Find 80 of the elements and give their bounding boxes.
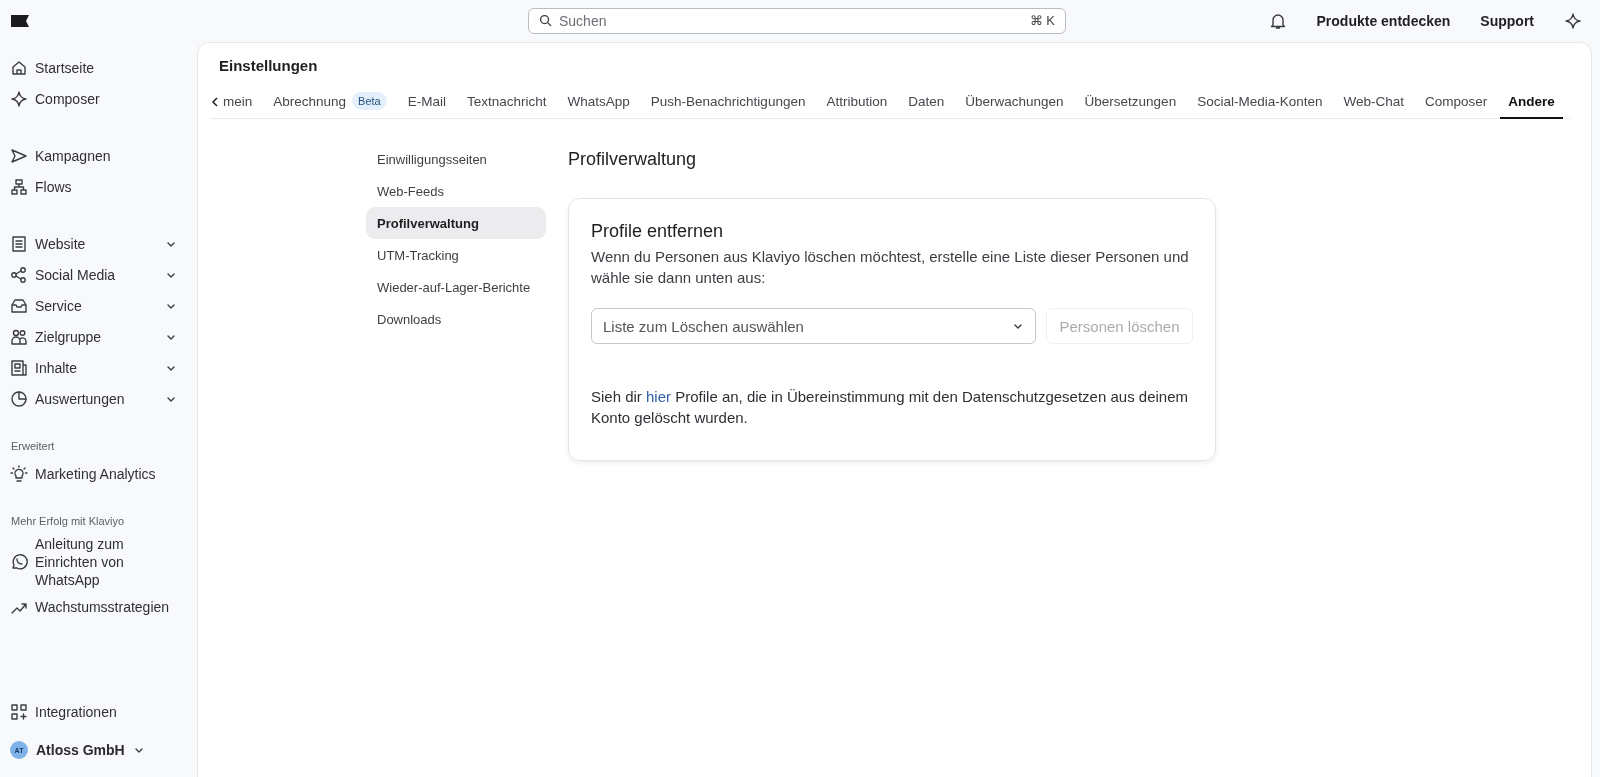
grid-plus-icon [10, 702, 28, 721]
header-link[interactable]: Support [1480, 13, 1534, 29]
sidebar-label: Service [35, 297, 83, 314]
sidebar-label: Kampagnen [35, 147, 112, 164]
paper-plane-icon [10, 146, 28, 165]
settings-menu-item[interactable]: Einwilligungsseiten [366, 143, 546, 175]
tab[interactable]: Attribution [818, 85, 896, 119]
settings-menu-item[interactable]: Profilverwaltung [366, 207, 546, 239]
sparkle-icon [1564, 12, 1582, 30]
sidebar-item[interactable]: Inhalte [10, 352, 197, 383]
settings-menu-item[interactable]: Web-Feeds [366, 175, 546, 207]
sidebar-label: Integrationen [35, 703, 118, 720]
sidebar-label: Zielgruppe [35, 328, 103, 345]
settings-menu-item[interactable]: Downloads [366, 303, 546, 335]
beta-badge: Beta [352, 92, 387, 110]
sidebar-item[interactable]: Marketing Analytics [10, 458, 197, 489]
sidebar-item[interactable]: Anleitung zum Einrichten von WhatsApp [10, 533, 197, 591]
sparkle-icon [10, 89, 28, 108]
settings-menu-item[interactable]: UTM-Tracking [366, 239, 546, 271]
sidebar-item[interactable]: Startseite [10, 52, 197, 83]
sidebar-item[interactable]: Service [10, 290, 197, 321]
tab[interactable]: Übersetzungen [1076, 85, 1185, 119]
sidebar-label: Wachstumsstrategien [35, 598, 171, 615]
newspaper-icon [10, 358, 28, 377]
sidebar-label: Website [35, 235, 87, 252]
sidebar-item[interactable]: Flows [10, 171, 197, 202]
link[interactable]: hier [646, 388, 672, 405]
sidebar-item[interactable]: Zielgruppe [10, 321, 197, 352]
sidebar-item[interactable]: Kampagnen [10, 140, 197, 171]
sidebar-label: Startseite [35, 59, 96, 76]
share-icon [10, 265, 28, 284]
sidebar-item[interactable]: Wachstumsstrategien [10, 591, 197, 622]
tab[interactable]: E-Mail [399, 85, 454, 119]
sidebar-item[interactable]: Integrationen [10, 696, 197, 727]
chevron-left-icon [210, 95, 220, 108]
sidebar-item[interactable]: Social Media [10, 259, 197, 290]
tab[interactable]: WhatsApp [559, 85, 638, 119]
sidebar-label: Composer [35, 90, 101, 107]
header-link[interactable]: Produkte entdecken [1316, 13, 1451, 29]
pie-chart-icon [10, 389, 28, 408]
tab[interactable]: Web-Chat [1335, 85, 1412, 119]
tab[interactable]: Andere [1500, 85, 1563, 119]
home-icon [10, 58, 28, 77]
people-icon [10, 327, 28, 346]
sidebar-label: Social Media [35, 266, 117, 283]
tab[interactable]: mein [215, 85, 261, 119]
search-icon [539, 14, 552, 27]
sidebar-item[interactable]: Auswertungen [10, 383, 197, 414]
tab[interactable]: Textnachricht [459, 85, 555, 119]
lightbulb-icon [10, 464, 28, 483]
bell-icon [1268, 12, 1287, 30]
list-dropdown[interactable]: Liste zum Löschen auswählen [591, 308, 1036, 344]
sidebar-label: Flows [35, 178, 73, 195]
chat-bubble-icon [10, 553, 28, 571]
section-title: Profilverwaltung [568, 149, 698, 170]
hierarchy-icon [10, 177, 28, 196]
tab[interactable]: Composer [1417, 85, 1496, 119]
tab[interactable]: Push-Benachrichtigungen [642, 85, 814, 119]
sidebar-label: Anleitung zum Einrichten von WhatsApp [35, 535, 125, 589]
page-title: Einstellungen [219, 57, 319, 74]
section-heading: Erweitert [10, 440, 56, 454]
account-name[interactable]: Atloss GmbH [36, 742, 125, 758]
sidebar-label: Marketing Analytics [35, 465, 157, 482]
shortcut-hint: ⌘ K [1029, 13, 1055, 28]
tab[interactable]: Daten [900, 85, 953, 119]
tab[interactable]: Social-Media-Konten [1189, 85, 1331, 119]
sidebar-item[interactable]: Website [10, 228, 197, 259]
info-text: Sieh dir hier Profile an, die in Übereinstimmung mit den Datenschutzgesetzen aus deinem Konto gelöscht wurden. [591, 387, 1189, 428]
inbox-icon [10, 296, 28, 315]
logo-icon [11, 15, 29, 27]
card-title: Profile entfernen [591, 221, 725, 242]
sidebar-label: Auswertungen [35, 390, 126, 407]
tab[interactable]: Abrechnung Beta [265, 85, 395, 119]
tab[interactable]: Überwachungen [957, 85, 1072, 119]
document-icon [10, 234, 28, 253]
card-description: Wenn du Personen aus Klaviyo löschen möchtest, erstelle eine Liste dieser Personen und wähle sie dann unten aus: [591, 247, 1190, 288]
section-heading: Mehr Erfolg mit Klaviyo [10, 515, 126, 529]
settings-menu-item[interactable]: Wieder-auf-Lager-Berichte [366, 271, 546, 303]
sidebar-item[interactable]: Composer [10, 83, 197, 114]
sidebar-label: Inhalte [35, 359, 79, 376]
